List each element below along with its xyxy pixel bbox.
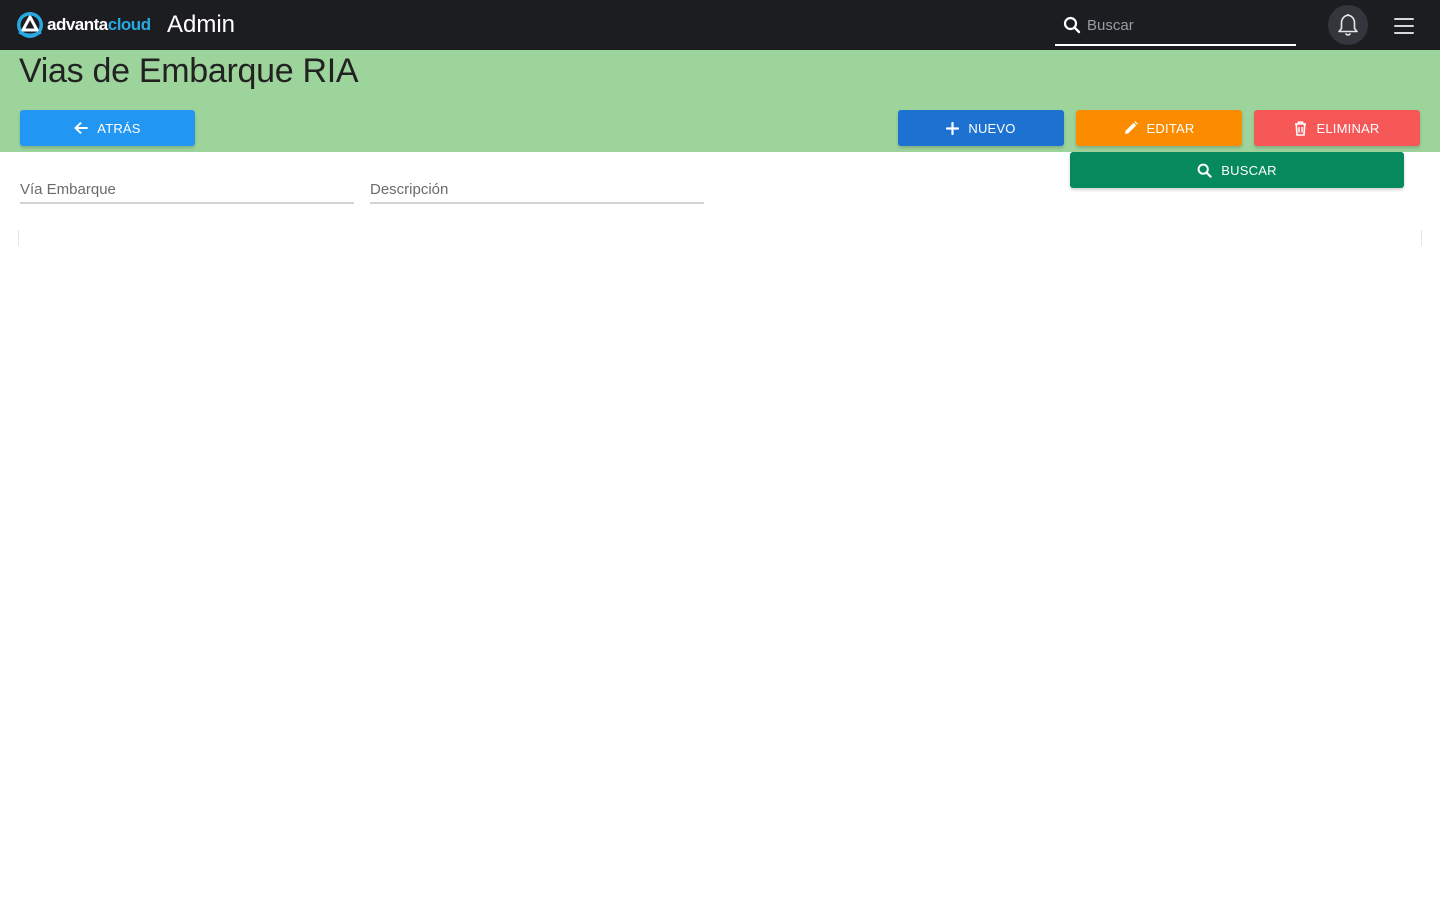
menu-line: [1394, 32, 1414, 34]
search-icon: [1063, 16, 1081, 34]
results-table: [18, 230, 1422, 246]
plus-icon: [946, 121, 960, 135]
hamburger-menu-icon[interactable]: [1393, 17, 1415, 35]
page-title: Vias de Embarque RIA: [19, 52, 359, 90]
search-button-label: BUSCAR: [1221, 162, 1277, 178]
notifications-button[interactable]: [1328, 5, 1368, 45]
pencil-icon: [1124, 121, 1138, 134]
menu-line: [1394, 18, 1414, 20]
top-navbar: advantacloud Admin: [0, 0, 1440, 50]
arrow-left-icon: [74, 122, 89, 134]
edit-button[interactable]: EDITAR: [1076, 110, 1242, 146]
brand-name-part2: cloud: [107, 15, 151, 34]
new-button-label: NUEVO: [968, 120, 1016, 136]
brand-name: advantacloud: [47, 11, 151, 39]
descripcion-label: Descripción: [370, 181, 449, 198]
search-button[interactable]: BUSCAR: [1070, 152, 1404, 188]
descripcion-field[interactable]: Descripción: [370, 178, 704, 204]
bell-icon: [1338, 13, 1358, 36]
via-embarque-label: Vía Embarque: [20, 181, 116, 198]
advantacloud-logo-icon: [17, 12, 43, 38]
trash-icon: [1295, 120, 1307, 136]
new-button[interactable]: NUEVO: [898, 110, 1064, 146]
delete-button-label: ELIMINAR: [1316, 120, 1380, 136]
app-title: Admin: [167, 11, 236, 38]
back-button[interactable]: ATRÁS: [20, 110, 195, 146]
edit-button-label: EDITAR: [1146, 120, 1195, 136]
delete-button[interactable]: ELIMINAR: [1254, 110, 1420, 146]
brand-name-part1: advanta: [47, 15, 108, 34]
menu-line: [1394, 25, 1414, 27]
search-icon: [1197, 163, 1212, 178]
global-search-input[interactable]: [1087, 12, 1287, 38]
brand-logo[interactable]: advantacloud: [16, 11, 151, 39]
back-button-label: ATRÁS: [97, 120, 141, 136]
global-search[interactable]: [1055, 6, 1296, 46]
via-embarque-field[interactable]: Vía Embarque: [20, 178, 354, 204]
